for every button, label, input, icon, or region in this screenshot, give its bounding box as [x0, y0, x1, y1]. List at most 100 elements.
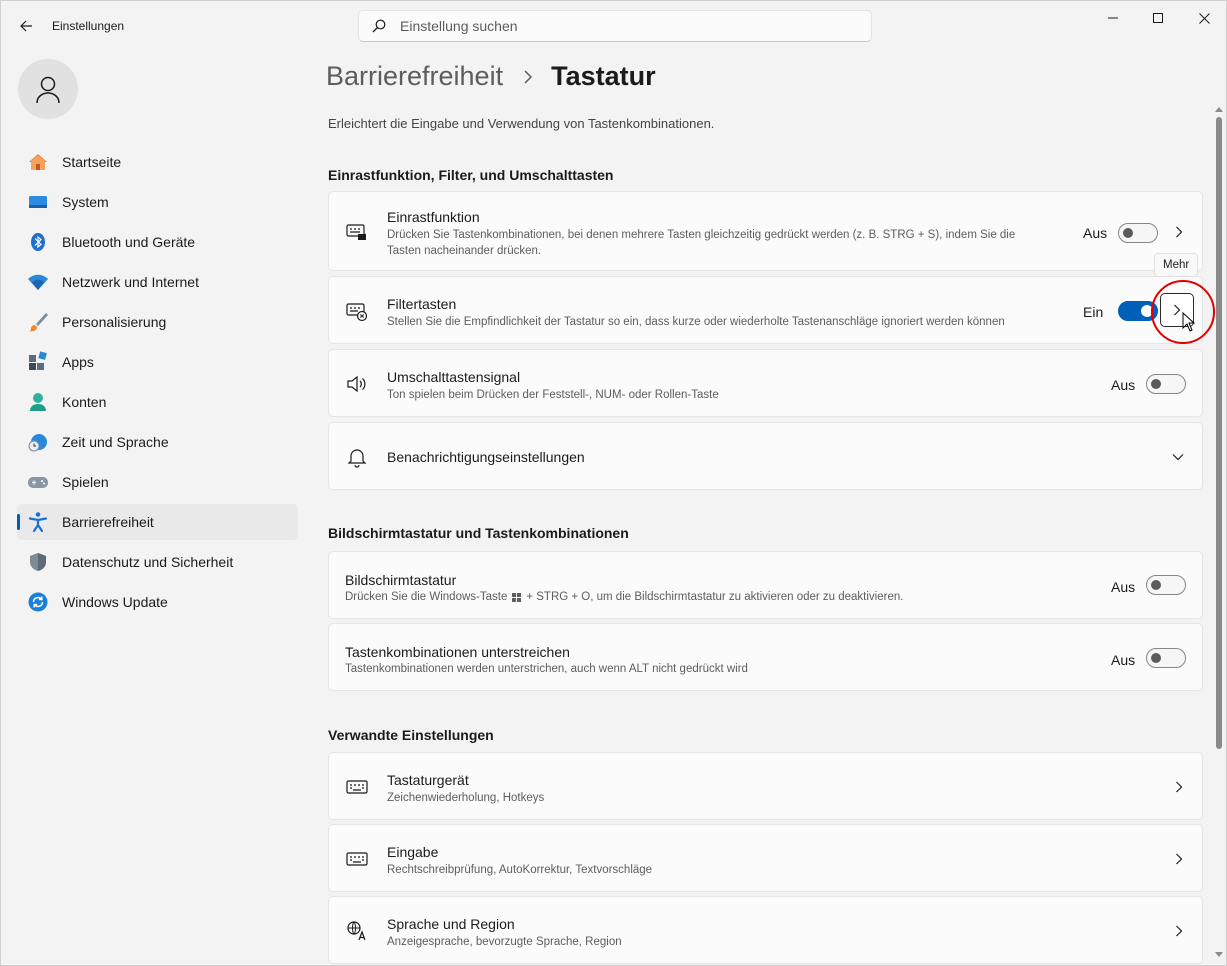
sidebar-item-label: System — [62, 194, 109, 210]
windows-logo-icon — [512, 592, 522, 602]
shield-icon — [27, 551, 49, 573]
close-button[interactable] — [1181, 1, 1227, 35]
sidebar-item-label: Barrierefreiheit — [62, 514, 154, 530]
sidebar-item-datenschutz[interactable]: Datenschutz und Sicherheit — [17, 544, 298, 580]
setting-description: Zeichenwiederholung, Hotkeys — [387, 792, 545, 804]
keyboard-icon — [346, 776, 368, 798]
sidebar-item-konten[interactable]: Konten — [17, 384, 298, 420]
sidebar-item-spielen[interactable]: Spielen — [17, 464, 298, 500]
system-icon — [27, 191, 49, 213]
setting-description: Anzeigesprache, bevorzugte Sprache, Regi… — [387, 936, 622, 948]
section-title: Einrastfunktion, Filter, und Umschalttas… — [328, 167, 614, 183]
toggle-state-label: Aus — [1083, 225, 1108, 241]
setting-title: Eingabe — [387, 844, 439, 860]
sidebar-item-personalisierung[interactable]: Personalisierung — [17, 304, 298, 340]
settings-window: Einstellungen Startseite System Bluet — [0, 0, 1227, 966]
chevron-down-icon[interactable] — [1170, 449, 1186, 465]
toggle-state-label: Aus — [1111, 652, 1136, 668]
home-icon — [27, 151, 49, 173]
setting-description: Tasten nacheinander drücken. — [387, 245, 542, 257]
clock-globe-icon — [27, 431, 49, 453]
setting-title: Benachrichtigungseinstellungen — [387, 449, 585, 465]
sidebar-item-system[interactable]: System — [17, 184, 298, 220]
setting-card-unterstreichen[interactable]: Tastenkombinationen unterstreichen Taste… — [328, 623, 1203, 691]
sidebar-item-label: Windows Update — [62, 594, 168, 610]
sidebar-item-label: Datenschutz und Sicherheit — [62, 554, 234, 570]
sidebar-item-barrierefreiheit[interactable]: Barrierefreiheit — [17, 504, 298, 540]
setting-card-tastaturgeraet[interactable]: Tastaturgerät Zeichenwiederholung, Hotke… — [328, 752, 1203, 820]
setting-card-umschalttastensignal[interactable]: Umschalttastensignal Ton spielen beim Dr… — [328, 349, 1203, 417]
sidebar-item-apps[interactable]: Apps — [17, 344, 298, 380]
toggle-state-label: Aus — [1111, 377, 1136, 393]
minimize-icon — [1108, 17, 1118, 19]
sidebar-item-netzwerk[interactable]: Netzwerk und Internet — [17, 264, 298, 300]
speaker-icon — [346, 373, 368, 395]
breadcrumb-parent[interactable]: Barrierefreiheit — [326, 61, 503, 92]
chevron-right-icon — [523, 69, 533, 84]
chevron-right-icon[interactable] — [1171, 851, 1187, 867]
search-box[interactable] — [358, 10, 872, 42]
bluetooth-icon — [27, 231, 49, 253]
sidebar-item-windows-update[interactable]: Windows Update — [17, 584, 298, 620]
setting-card-eingabe[interactable]: Eingabe Rechtschreibprüfung, AutoKorrekt… — [328, 824, 1203, 892]
sidebar-item-label: Personalisierung — [62, 314, 167, 330]
search-input[interactable] — [400, 18, 871, 34]
umschalttastensignal-toggle[interactable] — [1146, 374, 1186, 394]
setting-description: Drücken Sie die Windows-Taste + STRG + O… — [345, 589, 903, 605]
scroll-up-icon[interactable] — [1214, 105, 1224, 113]
einrastfunktion-toggle[interactable] — [1118, 223, 1158, 243]
sidebar-item-label: Bluetooth und Geräte — [62, 234, 196, 250]
accessibility-icon — [27, 511, 49, 533]
wifi-icon — [27, 271, 49, 293]
sticky-keys-icon — [346, 221, 368, 243]
sidebar-item-startseite[interactable]: Startseite — [17, 144, 298, 180]
page-title: Tastatur — [551, 61, 656, 91]
app-title: Einstellungen — [52, 19, 125, 33]
setting-title: Bildschirmtastatur — [345, 572, 457, 588]
maximize-button[interactable] — [1135, 1, 1181, 35]
maximize-icon — [1153, 13, 1163, 23]
chevron-right-icon[interactable] — [1171, 923, 1187, 939]
breadcrumb: Barrierefreiheit Tastatur — [326, 61, 656, 92]
setting-card-bildschirmtastatur[interactable]: Bildschirmtastatur Drücken Sie die Windo… — [328, 551, 1203, 619]
setting-title: Filtertasten — [387, 296, 457, 312]
update-icon — [27, 591, 49, 613]
sidebar-item-label: Startseite — [62, 154, 122, 170]
page-description: Erleichtert die Eingabe und Verwendung v… — [328, 116, 715, 131]
setting-card-einrastfunktion[interactable]: Einrastfunktion Drücken Sie Tastenkombin… — [328, 191, 1203, 271]
setting-card-benachrichtigungen[interactable]: Benachrichtigungseinstellungen — [328, 422, 1203, 490]
keyboard-icon — [346, 848, 368, 870]
setting-description: Tastenkombinationen werden unterstrichen… — [345, 663, 748, 675]
sidebar-item-bluetooth[interactable]: Bluetooth und Geräte — [17, 224, 298, 260]
sidebar-nav: Startseite System Bluetooth und Geräte N… — [17, 144, 298, 624]
bildschirmtastatur-toggle[interactable] — [1146, 575, 1186, 595]
setting-card-sprache-region[interactable]: Sprache und Region Anzeigesprache, bevor… — [328, 896, 1203, 964]
unterstreichen-toggle[interactable] — [1146, 648, 1186, 668]
toggle-state-label: Aus — [1111, 579, 1136, 595]
language-icon — [346, 920, 368, 942]
back-button[interactable] — [11, 11, 41, 41]
section-title: Verwandte Einstellungen — [328, 727, 494, 743]
title-bar: Einstellungen — [1, 1, 1226, 49]
sidebar-item-label: Apps — [62, 354, 94, 370]
user-icon — [36, 76, 60, 104]
minimize-button[interactable] — [1090, 1, 1136, 35]
cursor-icon — [1182, 312, 1196, 332]
setting-title: Sprache und Region — [387, 916, 515, 932]
description-part: + STRG + O, um die Bildschirmtastatur zu… — [526, 591, 904, 603]
setting-card-filtertasten[interactable]: Filtertasten Stellen Sie die Empfindlich… — [328, 276, 1203, 344]
chevron-right-icon[interactable] — [1171, 779, 1187, 795]
setting-description: Ton spielen beim Drücken der Feststell-,… — [387, 389, 719, 401]
scroll-down-icon[interactable] — [1214, 951, 1224, 959]
user-avatar[interactable] — [18, 59, 78, 119]
close-icon — [1198, 12, 1210, 24]
setting-description: Stellen Sie die Empfindlichkeit der Tast… — [387, 316, 1005, 328]
sidebar-item-label: Spielen — [62, 474, 109, 490]
chevron-right-icon[interactable] — [1171, 224, 1187, 240]
filter-keys-icon — [346, 300, 368, 322]
setting-title: Tastenkombinationen unterstreichen — [345, 644, 570, 660]
scrollbar-thumb[interactable] — [1216, 117, 1222, 749]
sidebar-item-zeit[interactable]: Zeit und Sprache — [17, 424, 298, 460]
bell-icon — [346, 446, 368, 468]
apps-icon — [27, 351, 49, 373]
